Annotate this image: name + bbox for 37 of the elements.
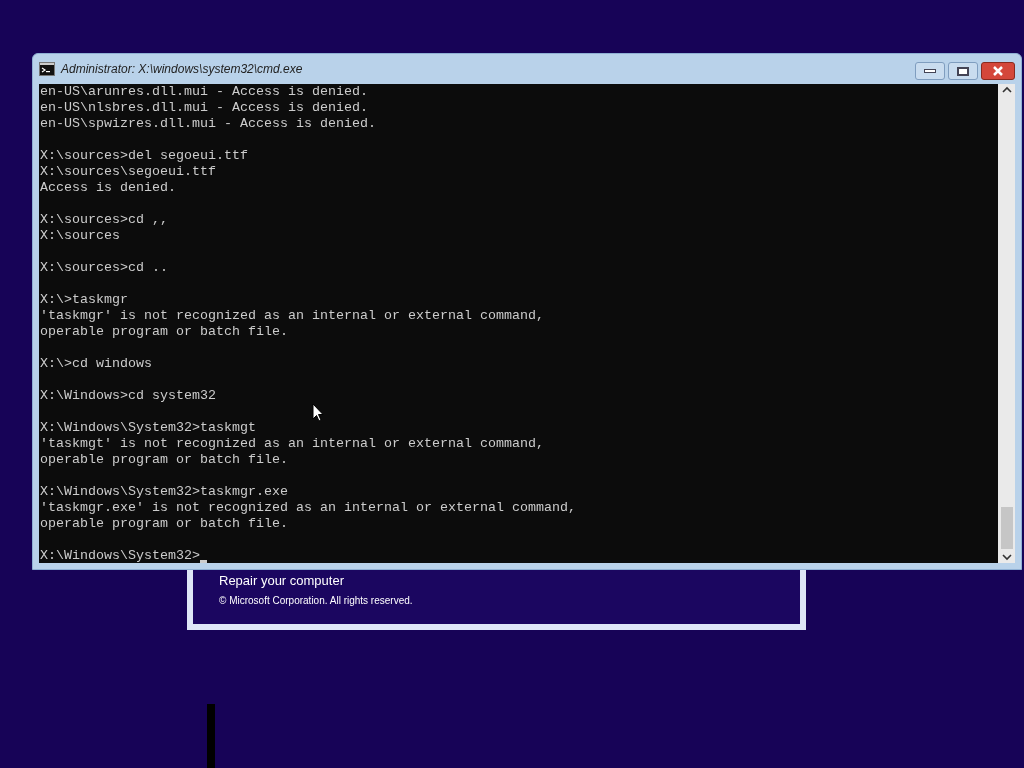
- minimize-button[interactable]: [915, 62, 945, 80]
- console-icon: [39, 62, 55, 76]
- close-button[interactable]: [981, 62, 1015, 80]
- console-line: operable program or batch file.: [40, 452, 289, 468]
- console-line: 'taskmgt' is not recognized as an internal or external command,: [40, 436, 545, 452]
- copyright-text: © Microsoft Corporation. All rights reserved.: [219, 594, 414, 608]
- console-line: X:\>cd windows: [40, 356, 153, 372]
- console-line: en-US\arunres.dll.mui - Access is denied.: [40, 84, 369, 100]
- console-line: en-US\spwizres.dll.mui - Access is denied.: [40, 116, 377, 132]
- console-line: en-US\nlsbres.dll.mui - Access is denied.: [40, 100, 369, 116]
- text-cursor: [199, 560, 207, 563]
- console-line: Access is denied.: [40, 180, 177, 196]
- console-line: X:\Windows>cd system32: [40, 388, 217, 404]
- console-line: operable program or batch file.: [40, 324, 289, 340]
- command-prompt: X:\Windows\System32>: [40, 548, 200, 563]
- scroll-thumb[interactable]: [1000, 507, 1013, 549]
- close-icon: [992, 66, 1004, 76]
- console-line: X:\>taskmgr: [40, 292, 129, 308]
- scroll-down-icon[interactable]: [1001, 553, 1012, 561]
- console-line: X:\Windows\System32>taskmgt: [40, 420, 257, 436]
- mouse-pointer-icon: [312, 403, 324, 422]
- console-line: X:\sources>cd ..: [40, 260, 169, 276]
- console-line: X:\sources>del segoeui.ttf: [40, 148, 249, 164]
- console-line: 'taskmgr' is not recognized as an internal or external command,: [40, 308, 545, 324]
- scroll-up-icon[interactable]: [1001, 86, 1012, 94]
- window-title: Administrator: X:\windows\system32\cmd.exe: [61, 61, 303, 78]
- console-line: X:\sources\segoeui.ttf: [40, 164, 217, 180]
- console-line: operable program or batch file.: [40, 516, 289, 532]
- console-line: X:\Windows\System32>taskmgr.exe: [40, 484, 289, 500]
- vertical-bar: [207, 704, 215, 768]
- console-line: X:\sources: [40, 228, 121, 244]
- minimize-icon: [924, 69, 936, 73]
- repair-link[interactable]: Repair your computer: [219, 573, 344, 589]
- console-line: 'taskmgr.exe' is not recognized as an internal or external command,: [40, 500, 577, 516]
- console-line: X:\sources>cd ,,: [40, 212, 169, 228]
- maximize-button[interactable]: [948, 62, 978, 80]
- maximize-icon: [957, 66, 969, 76]
